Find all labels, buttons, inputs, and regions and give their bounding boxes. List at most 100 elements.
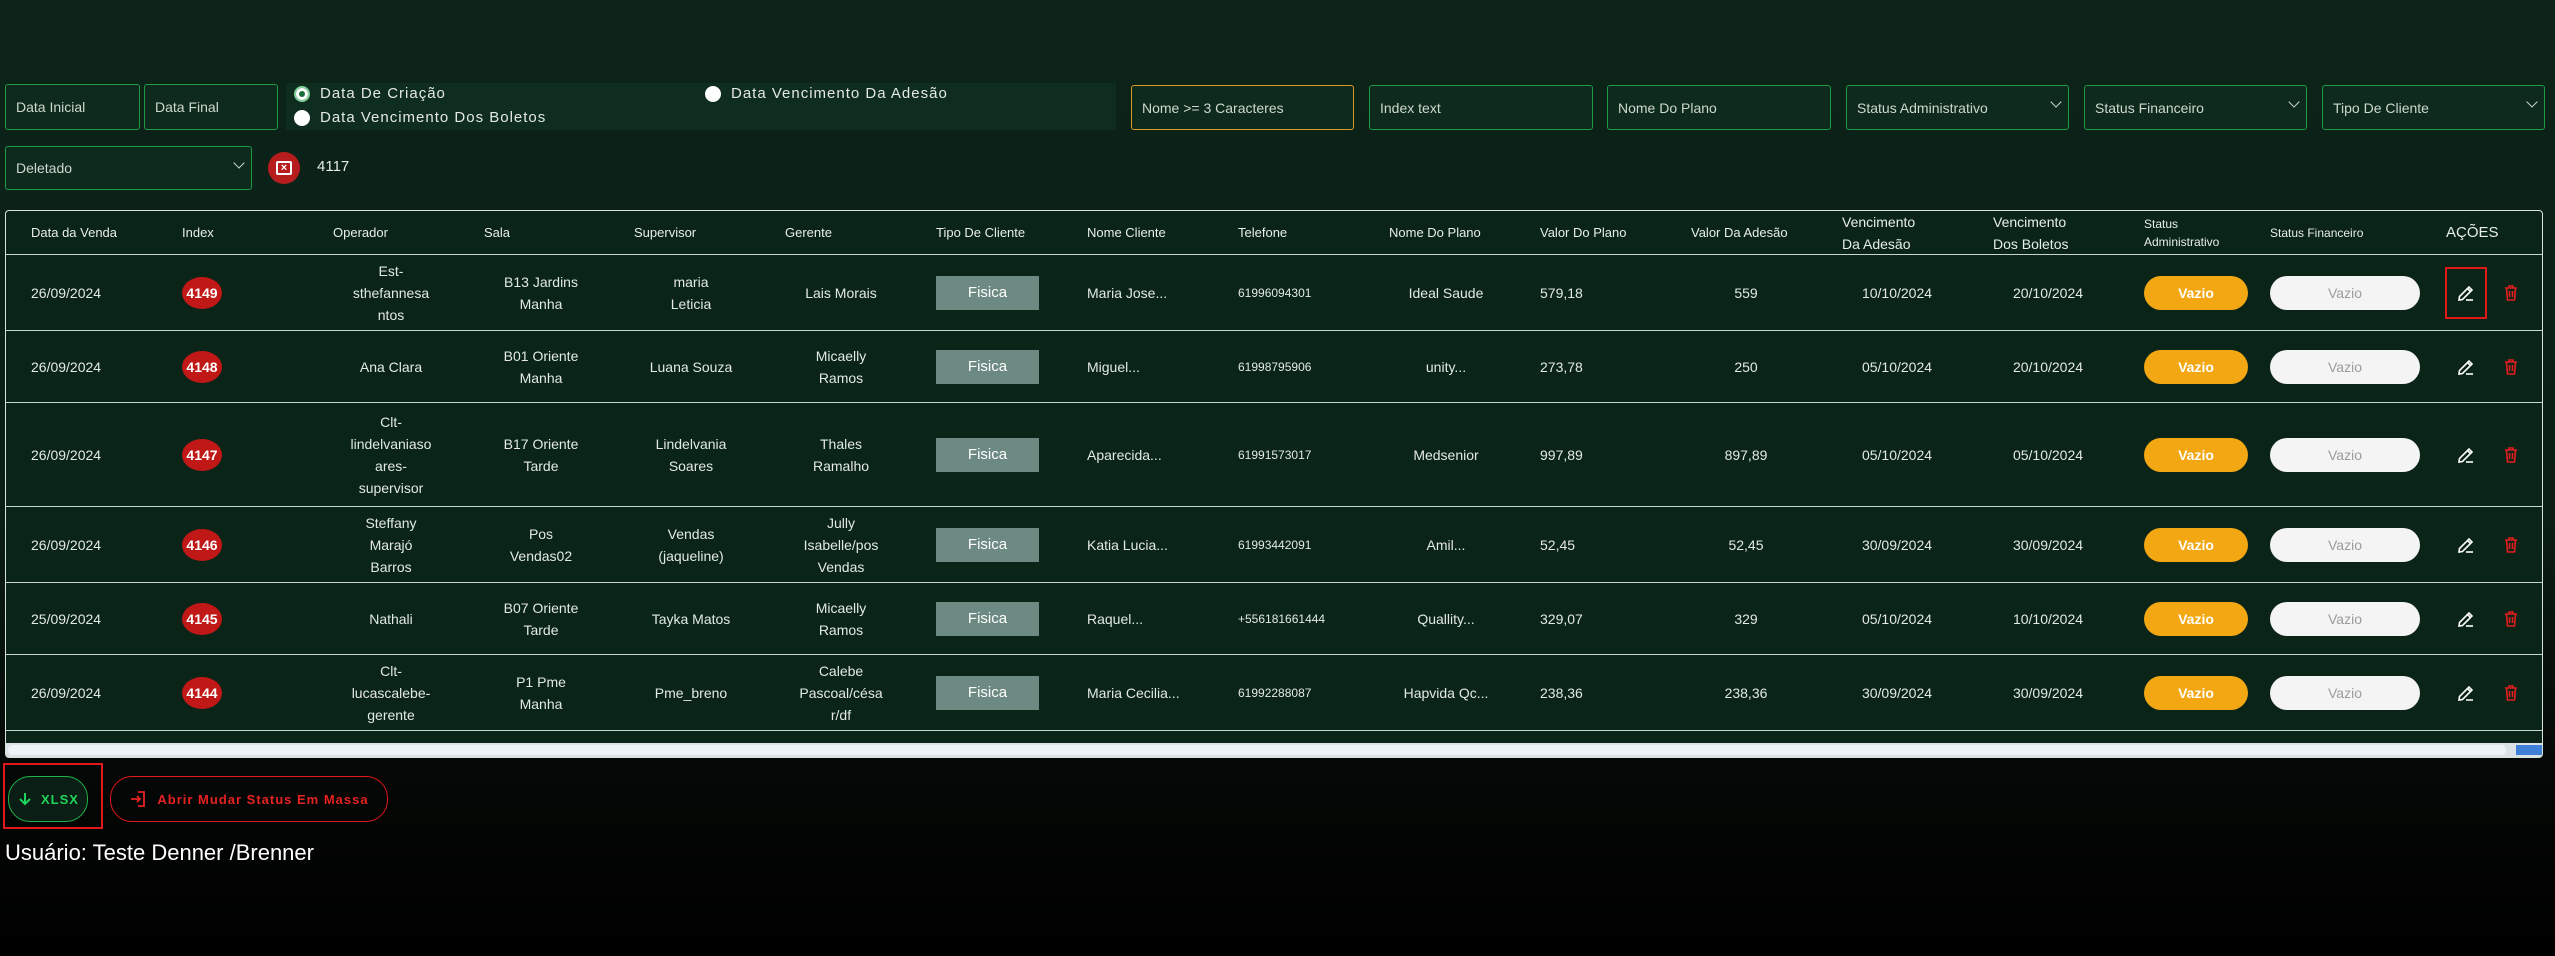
cell-venc-adesao: 05/10/2024 xyxy=(1861,358,1933,375)
radio-data-venc-adesao[interactable]: Data Vencimento Da Adesão xyxy=(705,85,948,102)
index-badge: 4144 xyxy=(182,676,222,709)
cell-status-admin[interactable]: Vazio xyxy=(2144,583,2248,654)
cell-line: Marajó xyxy=(369,536,413,553)
mass-status-button[interactable]: Abrir Mudar Status Em Massa xyxy=(110,776,388,822)
cell-line: Lais Morais xyxy=(805,284,877,301)
cell-nome-cliente[interactable]: Raquel... xyxy=(1087,583,1143,654)
export-xlsx-button[interactable]: XLSX xyxy=(8,776,88,822)
cell-status-admin[interactable]: Vazio xyxy=(2144,255,2248,330)
tipo-cliente-select[interactable]: Tipo De Cliente xyxy=(2322,85,2545,130)
cell-line: Ramos xyxy=(818,369,864,386)
col-sala[interactable]: Sala xyxy=(484,211,510,255)
cell-status-fin[interactable]: Vazio xyxy=(2270,255,2420,330)
index-badge: 4146 xyxy=(182,528,222,561)
cell-line: Manha xyxy=(519,695,563,712)
cell-valor-plano: 329,07 xyxy=(1540,610,1583,627)
select-value: Status Administrativo xyxy=(1857,99,1988,116)
deletado-select[interactable]: Deletado xyxy=(5,146,252,190)
header-line: Vencimento xyxy=(1993,214,2067,230)
status-admin-badge[interactable]: Vazio xyxy=(2144,675,2248,710)
status-admin-badge[interactable]: Vazio xyxy=(2144,601,2248,636)
trash-icon[interactable] xyxy=(2498,354,2524,380)
col-supervisor[interactable]: Supervisor xyxy=(634,211,696,255)
status-fin-badge[interactable]: Vazio xyxy=(2270,527,2420,562)
trash-icon[interactable] xyxy=(2498,532,2524,558)
col-valor-plano[interactable]: Valor Do Plano xyxy=(1540,211,1626,255)
cell-status-admin[interactable]: Vazio xyxy=(2144,655,2248,730)
clear-filters-button[interactable]: × xyxy=(268,152,300,184)
status-financeiro-select[interactable]: Status Financeiro xyxy=(2084,85,2307,130)
edit-icon[interactable] xyxy=(2453,606,2479,632)
status-fin-badge[interactable]: Vazio xyxy=(2270,601,2420,636)
status-fin-badge[interactable]: Vazio xyxy=(2270,437,2420,472)
trash-icon[interactable] xyxy=(2498,606,2524,632)
edit-icon[interactable] xyxy=(2453,680,2479,706)
edit-icon[interactable] xyxy=(2445,266,2487,319)
status-admin-badge[interactable]: Vazio xyxy=(2144,437,2248,472)
col-nome-cliente[interactable]: Nome Cliente xyxy=(1087,211,1166,255)
nome-cliente-input[interactable]: Nome >= 3 Caracteres xyxy=(1131,85,1354,130)
status-admin-badge[interactable]: Vazio xyxy=(2144,275,2248,310)
cell-status-fin[interactable]: Vazio xyxy=(2270,403,2420,506)
col-status-fin[interactable]: Status Financeiro xyxy=(2270,211,2363,255)
cell-telefone: 61998795906 xyxy=(1238,359,1312,374)
data-inicial-field[interactable]: Data Inicial xyxy=(5,84,140,130)
cell-status-admin[interactable]: Vazio xyxy=(2144,403,2248,506)
col-venc-boletos[interactable]: Vencimento Dos Boletos xyxy=(1993,211,2068,255)
cell-nome-cliente[interactable]: Miguel... xyxy=(1087,331,1140,402)
col-data-venda[interactable]: Data da Venda xyxy=(31,211,117,255)
cell-line: Vendas02 xyxy=(509,547,573,564)
header-line: Status xyxy=(2144,217,2179,231)
status-fin-badge[interactable]: Vazio xyxy=(2270,275,2420,310)
cell-nome-cliente[interactable]: Katia Lucia... xyxy=(1087,507,1168,582)
col-gerente[interactable]: Gerente xyxy=(785,211,832,255)
table-row: 26/09/2024 4149 Est-sthefannesa ntos B13 Jar… xyxy=(6,255,2542,331)
cell-nome-plano: Quallity... xyxy=(1417,610,1475,627)
cell-nome-cliente[interactable]: Maria Cecilia... xyxy=(1087,655,1180,730)
cell-line: Tayka Matos xyxy=(651,610,731,627)
col-operador[interactable]: Operador xyxy=(333,211,388,255)
col-tipo-cliente[interactable]: Tipo De Cliente xyxy=(936,211,1025,255)
index-input[interactable]: Index text xyxy=(1369,85,1593,130)
edit-icon[interactable] xyxy=(2453,442,2479,468)
cell-sala: Pos Vendas02 xyxy=(466,507,616,582)
status-fin-badge[interactable]: Vazio xyxy=(2270,349,2420,384)
horizontal-scrollbar[interactable] xyxy=(6,743,2542,757)
col-telefone[interactable]: Telefone xyxy=(1238,211,1287,255)
tipo-cliente-tag: Fisica xyxy=(936,349,1039,384)
cell-status-fin[interactable]: Vazio xyxy=(2270,655,2420,730)
table-row: 26/09/2024 4147 Clt-lindelvaniaso ares-supe… xyxy=(6,403,2542,507)
sales-table: Data da Venda Index Operador Sala Superv… xyxy=(5,210,2543,758)
cell-operador: Clt-lindelvaniaso ares-supervisor xyxy=(316,403,466,506)
cell-edit xyxy=(2453,507,2479,582)
col-index[interactable]: Index xyxy=(182,211,214,255)
nome-plano-input[interactable]: Nome Do Plano xyxy=(1607,85,1831,130)
data-final-field[interactable]: Data Final xyxy=(144,84,278,130)
col-venc-adesao[interactable]: Vencimento Da Adesão xyxy=(1842,211,1915,255)
radio-data-venc-boletos[interactable]: Data Vencimento Dos Boletos xyxy=(294,109,546,126)
cell-nome-cliente[interactable]: Aparecida... xyxy=(1087,403,1162,506)
scrollbar-thumb[interactable] xyxy=(8,745,2506,755)
cell-status-admin[interactable]: Vazio xyxy=(2144,507,2248,582)
edit-icon[interactable] xyxy=(2453,532,2479,558)
trash-icon[interactable] xyxy=(2498,280,2524,306)
col-nome-plano[interactable]: Nome Do Plano xyxy=(1389,211,1481,255)
cell-nome-cliente[interactable]: Maria Jose... xyxy=(1087,255,1167,330)
status-fin-badge[interactable]: Vazio xyxy=(2270,675,2420,710)
status-administrativo-select[interactable]: Status Administrativo xyxy=(1846,85,2069,130)
status-admin-badge[interactable]: Vazio xyxy=(2144,527,2248,562)
radio-data-criacao[interactable]: Data De Criação xyxy=(294,85,446,102)
cell-status-fin[interactable]: Vazio xyxy=(2270,331,2420,402)
edit-icon[interactable] xyxy=(2453,354,2479,380)
cell-nome-plano: Ideal Saude xyxy=(1408,284,1484,301)
col-status-admin[interactable]: Status Administrativo xyxy=(2144,211,2219,255)
cell-gerente: Thales Ramalho xyxy=(766,403,916,506)
col-valor-adesao[interactable]: Valor Da Adesão xyxy=(1691,211,1788,255)
cell-status-admin[interactable]: Vazio xyxy=(2144,331,2248,402)
cell-status-fin[interactable]: Vazio xyxy=(2270,583,2420,654)
status-admin-badge[interactable]: Vazio xyxy=(2144,349,2248,384)
chevron-down-icon xyxy=(2526,96,2538,108)
trash-icon[interactable] xyxy=(2498,442,2524,468)
trash-icon[interactable] xyxy=(2498,680,2524,706)
cell-status-fin[interactable]: Vazio xyxy=(2270,507,2420,582)
